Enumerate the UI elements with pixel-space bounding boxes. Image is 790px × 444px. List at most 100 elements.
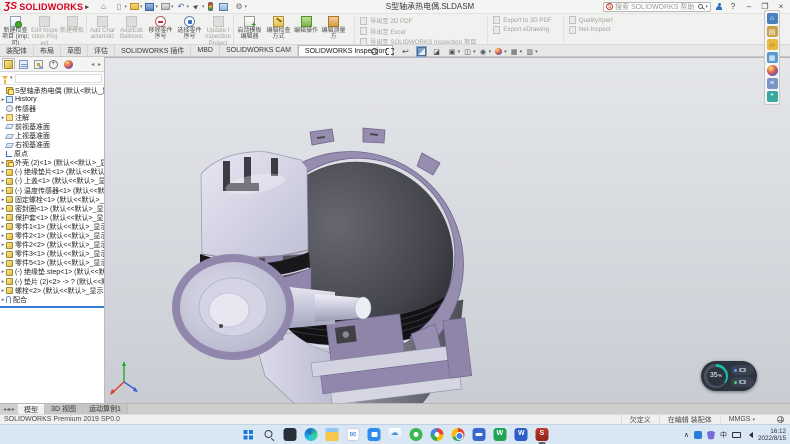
ribbon-button[interactable]: 移除零件序号 bbox=[146, 15, 175, 41]
display-tray-icon[interactable] bbox=[732, 432, 741, 438]
dropdown-caret[interactable]: ▾ bbox=[124, 4, 127, 10]
taskbar-app-icon[interactable] bbox=[431, 428, 444, 441]
graphics-viewport[interactable] bbox=[105, 57, 790, 403]
taskbar-app-icon[interactable] bbox=[305, 428, 318, 441]
command-tab[interactable]: 装配体 bbox=[0, 45, 34, 56]
taskbar-app-icon[interactable] bbox=[536, 428, 549, 441]
tray-expand-icon[interactable]: ∧ bbox=[684, 431, 689, 439]
dropdown-caret[interactable]: ▾ bbox=[520, 49, 523, 55]
3d-model-viewport[interactable] bbox=[105, 58, 790, 404]
quick-access-button[interactable]: ▾ bbox=[192, 2, 205, 11]
dropdown-caret[interactable]: ▾ bbox=[171, 4, 174, 10]
task-pane-icon[interactable] bbox=[767, 39, 778, 50]
tree-item[interactable]: ▸ 零件2<1> (默认<<默认>_显示状 bbox=[0, 232, 104, 241]
tree-item[interactable]: ▸ 固定螺栓<1> (默认<<默认>_显示 bbox=[0, 195, 104, 204]
panel-tab[interactable] bbox=[47, 58, 60, 70]
view-tool-button[interactable]: ▾ bbox=[509, 46, 524, 57]
tree-item[interactable]: ▸ 外壳 (2)<1> (默认<<默认>_显示状 bbox=[0, 159, 104, 168]
ribbon-button[interactable]: Add/Edit Balloons bbox=[117, 15, 146, 41]
ribbon-button[interactable]: 编辑测量方 bbox=[319, 15, 348, 41]
ribbon-button[interactable]: 启动模板编辑器 bbox=[235, 15, 264, 41]
tree-item[interactable]: ▸ 密封圈<1> (默认<<默认>_显示状 bbox=[0, 204, 104, 213]
dropdown-caret[interactable]: ▾ bbox=[458, 49, 461, 55]
taskbar-app-icon[interactable] bbox=[263, 428, 276, 441]
document-tab[interactable]: 模型 bbox=[18, 404, 45, 414]
task-pane-icon[interactable] bbox=[767, 91, 778, 102]
document-tab[interactable]: 3D 视图 bbox=[45, 404, 83, 414]
panel-tab[interactable] bbox=[32, 58, 45, 70]
document-tab[interactable]: 运动算例1 bbox=[83, 404, 128, 414]
tree-item[interactable]: ▸ 螺栓<2> (默认<<默认>_显示状态 bbox=[0, 286, 104, 295]
minimize-button[interactable]: – bbox=[743, 2, 755, 11]
panel-splitter[interactable] bbox=[0, 306, 104, 308]
view-tool-button[interactable]: ▾ bbox=[369, 46, 384, 57]
quick-access-button[interactable]: ▾ bbox=[176, 2, 189, 11]
help-button[interactable]: ? bbox=[727, 2, 739, 11]
task-pane-icon[interactable] bbox=[767, 52, 778, 63]
panel-tab-arrows[interactable]: ◂ ▸ bbox=[91, 61, 102, 68]
quick-access-button[interactable]: ▾ bbox=[161, 3, 174, 10]
recorder-record-button[interactable] bbox=[731, 377, 754, 387]
tree-item[interactable]: ▸ (-) 上盖<1> (默认<<默认>_显示状 bbox=[0, 177, 104, 186]
view-tool-button[interactable]: ▾ bbox=[447, 46, 462, 57]
tree-item[interactable]: ▸ 配合 bbox=[0, 295, 104, 304]
tree-filter[interactable]: ▾ bbox=[0, 72, 104, 85]
panel-tab[interactable] bbox=[2, 58, 15, 70]
quick-access-button[interactable]: ▾ bbox=[235, 2, 248, 11]
filter-caret[interactable]: ▾ bbox=[10, 75, 13, 81]
taskbar-app-icon[interactable] bbox=[473, 428, 486, 441]
ribbon-button[interactable]: 新建检查项目 (imp;可) bbox=[1, 15, 30, 47]
taskbar-app-icon[interactable] bbox=[515, 428, 528, 441]
dropdown-caret[interactable]: ▾ bbox=[202, 4, 205, 10]
tree-item[interactable]: ▸ 右视基准面 bbox=[0, 141, 104, 150]
view-tool-button[interactable]: ▾ bbox=[478, 46, 493, 57]
task-pane-icon[interactable] bbox=[767, 65, 778, 76]
command-tab[interactable]: MBD bbox=[191, 45, 220, 56]
export-menu-item[interactable]: Export eDrawing bbox=[493, 26, 552, 34]
units-selector[interactable]: MMGS▾ bbox=[720, 416, 763, 423]
search-input[interactable]: S 搜索 SOLIDWORKS 帮助 ▾ bbox=[603, 2, 711, 12]
panel-tab[interactable] bbox=[17, 58, 30, 70]
view-tool-button[interactable]: ▾ bbox=[462, 46, 477, 57]
taskbar-app-icon[interactable] bbox=[410, 428, 423, 441]
quick-access-button[interactable]: ▾ bbox=[114, 2, 127, 11]
command-tab[interactable]: 评估 bbox=[88, 45, 115, 56]
recorder-camera-button[interactable] bbox=[731, 365, 754, 375]
quick-access-button[interactable]: ▾ bbox=[145, 3, 158, 11]
dropdown-caret[interactable]: ▾ bbox=[245, 4, 248, 10]
command-tab[interactable]: 布局 bbox=[34, 45, 61, 56]
dropdown-caret[interactable]: ▾ bbox=[535, 49, 538, 55]
tree-item[interactable]: ▸ 保护套<1> (默认<<默认>_显示状 bbox=[0, 213, 104, 222]
search-caret[interactable]: ▾ bbox=[705, 4, 708, 10]
view-tool-button[interactable]: ▾ bbox=[385, 46, 400, 57]
tree-item[interactable]: ▸ 传感器 bbox=[0, 104, 104, 113]
command-tab[interactable]: 草图 bbox=[61, 45, 88, 56]
clock[interactable]: 16:12 2022/8/15 bbox=[758, 428, 786, 442]
dropdown-caret[interactable]: ▾ bbox=[186, 4, 189, 10]
ribbon-button[interactable]: Add Characteristic bbox=[88, 15, 117, 41]
panel-tab[interactable] bbox=[62, 58, 75, 70]
dropdown-caret[interactable]: ▾ bbox=[155, 4, 158, 10]
dropdown-caret[interactable]: ▾ bbox=[140, 4, 143, 10]
quick-access-button[interactable]: ▾ bbox=[219, 3, 232, 11]
task-pane-icon[interactable] bbox=[767, 13, 778, 24]
view-tool-button[interactable]: ▾ bbox=[493, 46, 508, 57]
dropdown-caret[interactable]: ▾ bbox=[504, 49, 507, 55]
search-icon[interactable] bbox=[698, 4, 703, 9]
tree-item[interactable]: ▸ 原点 bbox=[0, 150, 104, 159]
recorder-overlay[interactable]: 35% bbox=[701, 361, 757, 391]
tree-item[interactable]: ▸ 零件3<1> (默认<<默认>_显示状 bbox=[0, 250, 104, 259]
dropdown-caret[interactable]: ▾ bbox=[473, 49, 476, 55]
ribbon-button[interactable]: 新建模板 bbox=[59, 15, 87, 34]
command-tab[interactable]: SOLIDWORKS 插件 bbox=[115, 45, 191, 56]
ribbon-button[interactable]: 选择零件序号 bbox=[175, 15, 204, 41]
view-tool-button[interactable]: ▾ bbox=[524, 46, 539, 57]
ime-indicator[interactable]: 中 bbox=[720, 430, 727, 440]
taskbar-app-icon[interactable] bbox=[347, 428, 360, 441]
quick-access-button[interactable]: ▾ bbox=[208, 2, 217, 11]
taskbar-app-icon[interactable] bbox=[284, 428, 297, 441]
tree-item[interactable]: ▸ History bbox=[0, 95, 104, 104]
quick-access-button[interactable]: ▾ bbox=[99, 2, 112, 11]
taskbar-app-icon[interactable] bbox=[368, 428, 381, 441]
taskbar-app-icon[interactable] bbox=[452, 428, 465, 441]
